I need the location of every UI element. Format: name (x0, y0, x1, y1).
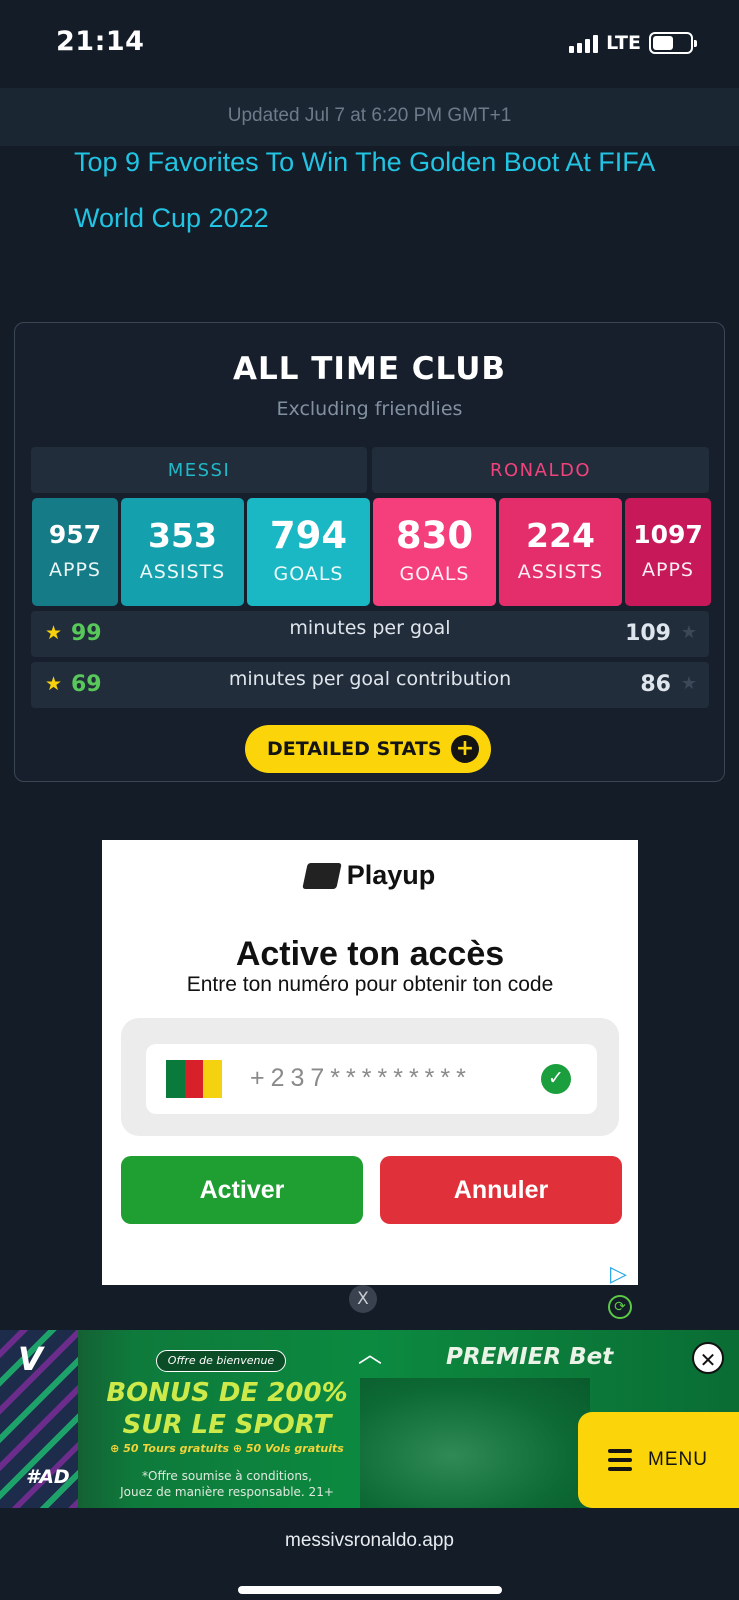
messi-goals-stat: 794 GOALS (247, 498, 370, 606)
ronaldo-apps-stat: 1097 APPS (625, 498, 711, 606)
minutes-per-goal-row: ★ 99 minutes per goal 109 ★ (31, 611, 709, 657)
star-icon: ★ (680, 622, 697, 643)
ronaldo-header: RONALDO (372, 447, 709, 493)
row-label: minutes per goal (289, 617, 451, 639)
advertisement[interactable]: Playup Active ton accès Entre ton numéro… (102, 840, 638, 1285)
cameroon-flag-icon (166, 1060, 223, 1098)
check-icon: ✓ (541, 1064, 571, 1094)
adchoices-icon[interactable]: ▷ (610, 1262, 627, 1287)
menu-label: MENU (648, 1449, 708, 1470)
banner-conditions: *Offre soumise à conditions, Jouez de ma… (94, 1468, 360, 1500)
stat-label: GOALS (273, 563, 344, 585)
messi-header: MESSI (31, 447, 367, 493)
row-label: minutes per goal contribution (228, 668, 512, 690)
signal-icon (569, 33, 599, 53)
card-title: ALL TIME CLUB (233, 351, 506, 387)
browser-url-bar[interactable]: messivsronaldo.app (0, 1508, 739, 1600)
url-text[interactable]: messivsronaldo.app (0, 1530, 739, 1552)
status-time: 21:14 (56, 26, 145, 57)
banner-offer-tag: Offre de bienvenue (156, 1350, 286, 1372)
chevron-up-icon[interactable]: ︿ (350, 1334, 390, 1368)
stat-value: 957 (48, 520, 102, 549)
all-time-club-card: ALL TIME CLUB Excluding friendlies MESSI… (14, 322, 725, 782)
status-bar: 21:14 LTE (0, 0, 739, 88)
ad-brand: Playup (102, 860, 638, 891)
article-link[interactable]: Top 9 Favorites To Win The Golden Boot A… (74, 134, 674, 246)
hamburger-icon (608, 1449, 632, 1471)
cancel-button[interactable]: Annuler (380, 1156, 622, 1224)
minutes-per-contribution-row: ★ 69 minutes per goal contribution 86 ★ (31, 662, 709, 708)
status-icons: LTE (569, 32, 697, 54)
ad-brand-name: Playup (346, 860, 436, 890)
banner-v-logo: V (18, 1340, 43, 1378)
menu-button[interactable]: MENU (578, 1412, 739, 1508)
conditions-line-2: Jouez de manière responsable. 21+ (120, 1485, 334, 1499)
ronaldo-value: 109 (625, 621, 671, 646)
home-indicator[interactable] (238, 1586, 502, 1594)
ad-close-button[interactable]: X (349, 1285, 377, 1313)
update-banner: Updated Jul 7 at 6:20 PM GMT+1 (0, 86, 739, 146)
banner-brand: PREMIER Bet (446, 1344, 614, 1370)
ronaldo-value: 86 (640, 672, 671, 697)
stat-value: 794 (269, 514, 348, 557)
ad-title: Active ton accès (235, 935, 505, 973)
messi-apps-stat: 957 APPS (32, 498, 118, 606)
detailed-stats-button[interactable]: DETAILED STATS + (245, 725, 491, 773)
activate-button[interactable]: Activer (121, 1156, 363, 1224)
battery-icon (649, 32, 697, 54)
close-icon[interactable]: ✕ (692, 1342, 724, 1374)
ad-subtitle: Entre ton numéro pour obtenir ton code (186, 973, 554, 996)
stat-label: APPS (642, 559, 694, 581)
plus-icon: + (451, 735, 479, 763)
banner-ad-tag: #AD (26, 1466, 70, 1488)
star-icon: ★ (680, 673, 697, 694)
banner-bonus-text: BONUS DE 200% SUR LE SPORT (94, 1377, 360, 1441)
bonus-line-1: BONUS DE 200% (106, 1378, 348, 1408)
stat-value: 353 (148, 516, 217, 555)
banner-promo-image (360, 1378, 590, 1508)
stat-value: 830 (395, 514, 474, 557)
conditions-line-1: *Offre soumise à conditions, (142, 1469, 312, 1483)
ronaldo-goals-stat: 830 GOALS (373, 498, 496, 606)
ad-phone-wrapper: +237********* ✓ (121, 1018, 619, 1136)
stat-label: ASSISTS (139, 561, 226, 583)
stat-value: 1097 (633, 520, 703, 549)
phone-field[interactable]: +237********* ✓ (146, 1044, 597, 1114)
banner-extras: ⊕ 50 Tours gratuits ⊕ 50 Vols gratuits (110, 1442, 344, 1455)
bonus-line-2: SUR LE SPORT (122, 1410, 332, 1440)
ad-refresh-icon[interactable]: ⟳ (608, 1295, 632, 1319)
detailed-stats-label: DETAILED STATS (267, 738, 442, 760)
card-subtitle: Excluding friendlies (276, 398, 463, 420)
stat-label: ASSISTS (517, 561, 604, 583)
stat-value: 224 (526, 516, 595, 555)
messi-assists-stat: 353 ASSISTS (121, 498, 244, 606)
stat-label: GOALS (399, 563, 470, 585)
ronaldo-assists-stat: 224 ASSISTS (499, 498, 622, 606)
playup-logo-icon (301, 862, 342, 889)
phone-value: +237********* (250, 1064, 472, 1092)
network-type: LTE (606, 32, 641, 54)
stat-label: APPS (49, 559, 101, 581)
